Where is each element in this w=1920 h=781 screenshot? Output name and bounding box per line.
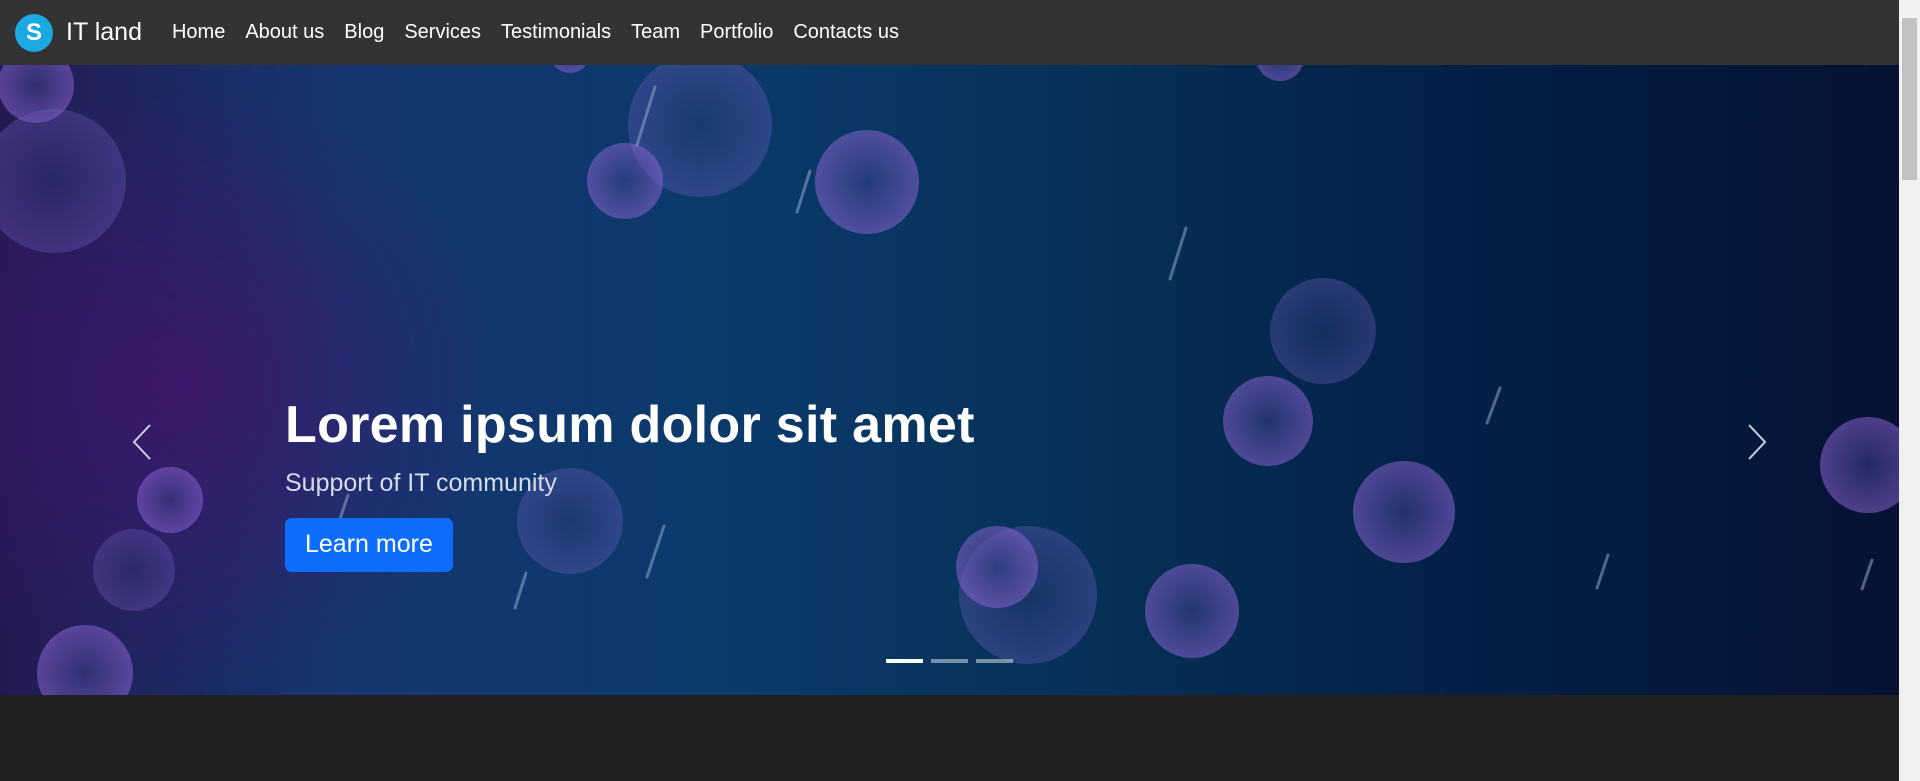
carousel-indicators (886, 659, 1021, 663)
nav-link-portfolio[interactable]: Portfolio (700, 21, 773, 43)
chevron-left-icon (132, 424, 151, 460)
carousel-next-button[interactable] (1727, 402, 1787, 482)
nav-link-blog[interactable]: Blog (344, 21, 384, 43)
nav-link-team[interactable]: Team (631, 21, 680, 43)
carousel-prev-button[interactable] (112, 402, 172, 482)
brand-logo-icon: S (15, 13, 53, 52)
nav-link-contacts-us[interactable]: Contacts us (793, 21, 899, 43)
brand-name: IT land (66, 18, 142, 46)
nav-link-home[interactable]: Home (172, 21, 225, 43)
main-content: S IT land Home About us Blog Services Te… (0, 0, 1899, 781)
nav-link-services[interactable]: Services (404, 21, 481, 43)
brand-link[interactable]: S IT land (15, 13, 142, 52)
vertical-scrollbar[interactable] (1899, 0, 1920, 781)
navbar: S IT land Home About us Blog Services Te… (0, 0, 1899, 65)
carousel-indicator-2[interactable] (931, 659, 968, 663)
scrollbar-thumb[interactable] (1902, 18, 1917, 180)
hero-background-decoration (0, 65, 1899, 695)
hero-title: Lorem ipsum dolor sit amet (285, 396, 975, 454)
nav-link-about-us[interactable]: About us (245, 21, 324, 43)
nav-menu: Home About us Blog Services Testimonials… (172, 21, 919, 44)
brand-logo-letter: S (25, 18, 42, 46)
hero-carousel: Lorem ipsum dolor sit amet Support of IT… (0, 65, 1899, 695)
hero-subtitle: Support of IT community (285, 469, 557, 497)
carousel-indicator-3[interactable] (976, 659, 1013, 663)
carousel-caption: Lorem ipsum dolor sit amet Support of IT… (285, 395, 975, 572)
nav-link-testimonials[interactable]: Testimonials (501, 21, 611, 43)
carousel-indicator-1[interactable] (886, 659, 923, 663)
learn-more-button[interactable]: Learn more (285, 518, 453, 572)
chevron-right-icon (1748, 424, 1767, 460)
page: S IT land Home About us Blog Services Te… (0, 0, 1920, 781)
